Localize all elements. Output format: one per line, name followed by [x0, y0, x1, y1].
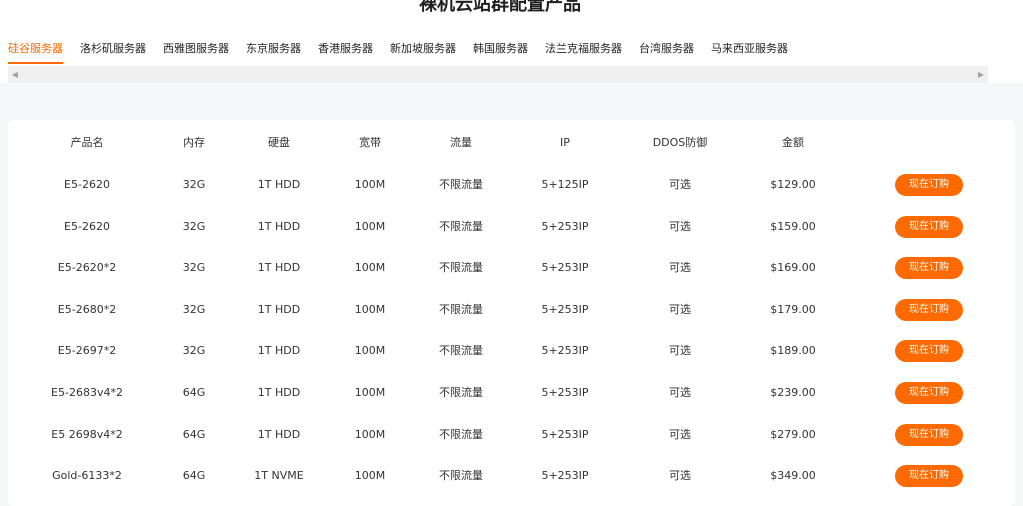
cell-price: $239.00 [770, 386, 816, 399]
tab-4[interactable]: 香港服务器 [318, 38, 373, 66]
cell-traffic: 不限流量 [439, 428, 483, 441]
cell-price: $179.00 [770, 303, 816, 316]
order-now-button[interactable]: 现在订购 [895, 465, 963, 487]
cell-ip: 5+253IP [541, 469, 589, 482]
cell-traffic: 不限流量 [439, 178, 483, 191]
cell-bandwidth: 100M [354, 469, 386, 482]
tab-0[interactable]: 硅谷服务器 [8, 38, 63, 66]
cell-ddos: 可选 [669, 178, 691, 191]
header-price: 金额 [782, 136, 804, 149]
header-traffic: 流量 [450, 136, 472, 149]
tab-1[interactable]: 洛杉矶服务器 [80, 38, 146, 66]
cell-ddos: 可选 [669, 344, 691, 357]
cell-memory: 32G [182, 303, 206, 316]
cell-ddos: 可选 [669, 220, 691, 233]
order-now-button[interactable]: 现在订购 [895, 257, 963, 279]
scroll-left-arrow-icon[interactable]: ◀ [8, 66, 22, 83]
cell-bandwidth: 100M [354, 428, 386, 441]
cell-memory: 64G [182, 386, 206, 399]
horizontal-scrollbar[interactable]: ◀ ▶ [8, 66, 988, 83]
cell-price: $169.00 [770, 261, 816, 274]
cell-product-name: E5-2683v4*2 [51, 386, 123, 399]
order-now-button[interactable]: 现在订购 [895, 216, 963, 238]
cell-ip: 5+253IP [541, 220, 589, 233]
cell-product-name: E5-2620 [64, 220, 110, 233]
page-title: 裸机云站群配置产品 [419, 0, 581, 15]
tab-3[interactable]: 东京服务器 [246, 38, 301, 66]
cell-ddos: 可选 [669, 261, 691, 274]
cell-bandwidth: 100M [354, 303, 386, 316]
tab-6[interactable]: 韩国服务器 [473, 38, 528, 66]
cell-traffic: 不限流量 [439, 303, 483, 316]
cell-ddos: 可选 [669, 469, 691, 482]
cell-ip: 5+125IP [541, 178, 589, 191]
cell-memory: 64G [182, 428, 206, 441]
tab-2[interactable]: 西雅图服务器 [163, 38, 229, 66]
cell-price: $279.00 [770, 428, 816, 441]
cell-memory: 32G [182, 261, 206, 274]
cell-disk: 1T HDD [257, 386, 301, 399]
cell-price: $159.00 [770, 220, 816, 233]
cell-disk: 1T NVME [254, 469, 304, 482]
cell-traffic: 不限流量 [439, 386, 483, 399]
cell-disk: 1T HDD [257, 261, 301, 274]
order-now-button[interactable]: 现在订购 [895, 424, 963, 446]
cell-memory: 32G [182, 344, 206, 357]
order-now-button[interactable]: 现在订购 [895, 340, 963, 362]
cell-traffic: 不限流量 [439, 261, 483, 274]
server-tabs: 硅谷服务器 洛杉矶服务器 西雅图服务器 东京服务器 香港服务器 新加坡服务器 韩国服务器 法兰… [0, 38, 788, 66]
cell-product-name: E5 2698v4*2 [51, 428, 123, 441]
page: 裸机云站群配置产品 硅谷服务器 洛杉矶服务器 西雅图服务器 东京服务器 香港服务器 新加坡… [0, 0, 1023, 506]
cell-bandwidth: 100M [354, 386, 386, 399]
header-ddos: DDOS防御 [652, 136, 708, 149]
cell-ddos: 可选 [669, 386, 691, 399]
cell-disk: 1T HDD [257, 428, 301, 441]
order-now-button[interactable]: 现在订购 [895, 382, 963, 404]
cell-memory: 64G [182, 469, 206, 482]
cell-ip: 5+253IP [541, 261, 589, 274]
cell-product-name: E5-2620*2 [57, 261, 117, 274]
cell-bandwidth: 100M [354, 344, 386, 357]
header-disk: 硬盘 [268, 136, 290, 149]
cell-price: $349.00 [770, 469, 816, 482]
cell-traffic: 不限流量 [439, 469, 483, 482]
cell-ddos: 可选 [669, 303, 691, 316]
scroll-right-arrow-icon[interactable]: ▶ [974, 66, 988, 83]
cell-disk: 1T HDD [257, 178, 301, 191]
order-now-button[interactable]: 现在订购 [895, 299, 963, 321]
header-bandwidth: 宽带 [359, 136, 381, 149]
cell-product-name: E5-2697*2 [57, 344, 117, 357]
cell-price: $129.00 [770, 178, 816, 191]
tab-5[interactable]: 新加坡服务器 [390, 38, 456, 66]
tab-8[interactable]: 台湾服务器 [639, 38, 694, 66]
cell-product-name: Gold-6133*2 [52, 469, 122, 482]
tab-7[interactable]: 法兰克福服务器 [545, 38, 622, 66]
cell-bandwidth: 100M [354, 261, 386, 274]
cell-ddos: 可选 [669, 428, 691, 441]
cell-bandwidth: 100M [354, 178, 386, 191]
cell-disk: 1T HDD [257, 344, 301, 357]
cell-memory: 32G [182, 220, 206, 233]
cell-price: $189.00 [770, 344, 816, 357]
product-table: 产品名 内存 硬盘 宽带 流量 IP DDOS防御 金额 E5-2620 32G 1T HDD 100… [8, 120, 1015, 506]
cell-disk: 1T HDD [257, 303, 301, 316]
cell-traffic: 不限流量 [439, 220, 483, 233]
cell-memory: 32G [182, 178, 206, 191]
cell-bandwidth: 100M [354, 220, 386, 233]
cell-traffic: 不限流量 [439, 344, 483, 357]
header-ip: IP [560, 136, 570, 149]
tab-9[interactable]: 马来西亚服务器 [711, 38, 788, 66]
cell-product-name: E5-2680*2 [57, 303, 117, 316]
cell-product-name: E5-2620 [64, 178, 110, 191]
cell-ip: 5+253IP [541, 428, 589, 441]
order-now-button[interactable]: 现在订购 [895, 174, 963, 196]
cell-ip: 5+253IP [541, 344, 589, 357]
header-memory: 内存 [183, 136, 205, 149]
cell-ip: 5+253IP [541, 386, 589, 399]
header-product-name: 产品名 [70, 136, 104, 149]
cell-ip: 5+253IP [541, 303, 589, 316]
cell-disk: 1T HDD [257, 220, 301, 233]
